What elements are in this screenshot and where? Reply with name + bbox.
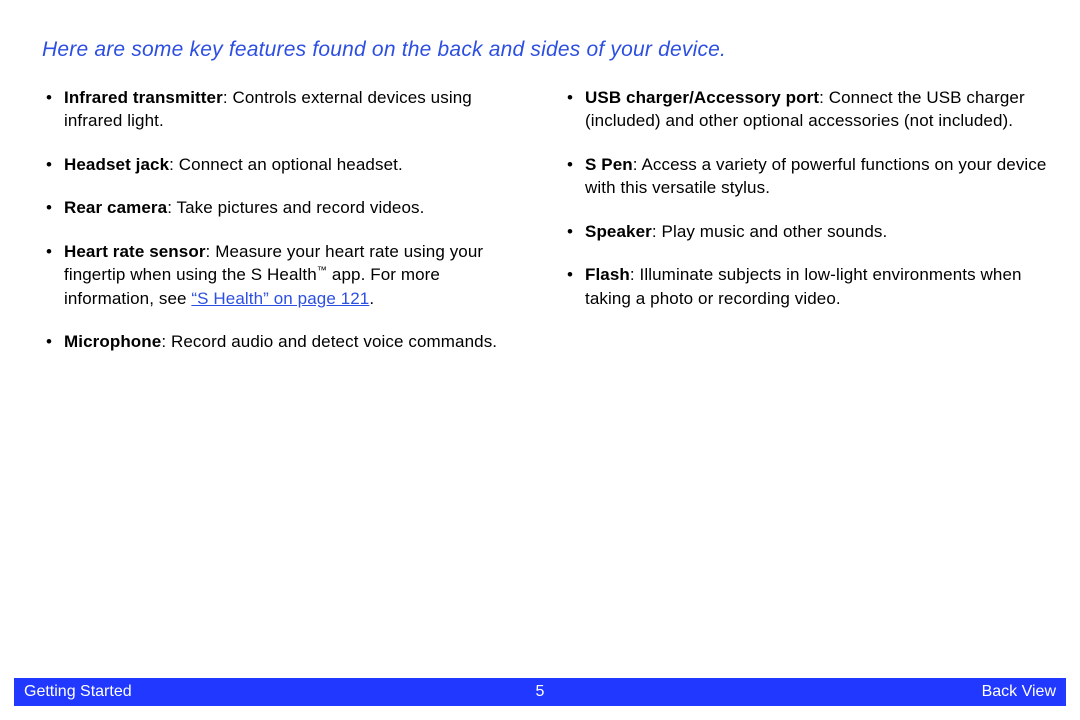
footer-topic-title: Back View bbox=[544, 683, 1056, 701]
footer-page-number: 5 bbox=[536, 683, 545, 701]
list-item: Microphone: Record audio and detect voic… bbox=[42, 330, 527, 353]
feature-term: S Pen bbox=[585, 155, 633, 174]
list-item: Speaker: Play music and other sounds. bbox=[563, 220, 1048, 243]
list-item: Flash: Illuminate subjects in low-light … bbox=[563, 263, 1048, 310]
feature-desc: : Connect an optional headset. bbox=[169, 155, 403, 174]
list-item: Heart rate sensor: Measure your heart ra… bbox=[42, 240, 527, 310]
feature-desc: : Illuminate subjects in low-light envir… bbox=[585, 265, 1022, 307]
feature-desc: : Take pictures and record videos. bbox=[167, 198, 424, 217]
s-health-link[interactable]: “S Health” on page 121 bbox=[191, 289, 369, 308]
feature-list-right: USB charger/Accessory port: Connect the … bbox=[563, 86, 1048, 310]
feature-term: Heart rate sensor bbox=[64, 242, 206, 261]
list-item: Headset jack: Connect an optional headse… bbox=[42, 153, 527, 176]
right-column: USB charger/Accessory port: Connect the … bbox=[563, 86, 1048, 374]
list-item: USB charger/Accessory port: Connect the … bbox=[563, 86, 1048, 133]
feature-desc: : Access a variety of powerful functions… bbox=[585, 155, 1046, 197]
feature-term: Microphone bbox=[64, 332, 161, 351]
page-heading: Here are some key features found on the … bbox=[42, 38, 1038, 62]
feature-term: Rear camera bbox=[64, 198, 167, 217]
page-footer: Getting Started 5 Back View bbox=[14, 678, 1066, 706]
list-item: Infrared transmitter: Controls external … bbox=[42, 86, 527, 133]
list-item: S Pen: Access a variety of powerful func… bbox=[563, 153, 1048, 200]
feature-list-left: Infrared transmitter: Controls external … bbox=[42, 86, 527, 354]
left-column: Infrared transmitter: Controls external … bbox=[42, 86, 527, 374]
feature-term: Flash bbox=[585, 265, 630, 284]
feature-term: Speaker bbox=[585, 222, 652, 241]
feature-term: USB charger/Accessory port bbox=[585, 88, 819, 107]
trademark-symbol: ™ bbox=[317, 266, 327, 277]
page: Here are some key features found on the … bbox=[0, 0, 1080, 720]
feature-term: Infrared transmitter bbox=[64, 88, 223, 107]
feature-desc: : Record audio and detect voice commands… bbox=[161, 332, 497, 351]
feature-desc-post: . bbox=[369, 289, 374, 308]
content-columns: Infrared transmitter: Controls external … bbox=[42, 86, 1048, 374]
footer-section-title: Getting Started bbox=[24, 683, 536, 701]
feature-term: Headset jack bbox=[64, 155, 169, 174]
list-item: Rear camera: Take pictures and record vi… bbox=[42, 196, 527, 219]
feature-desc: : Play music and other sounds. bbox=[652, 222, 887, 241]
